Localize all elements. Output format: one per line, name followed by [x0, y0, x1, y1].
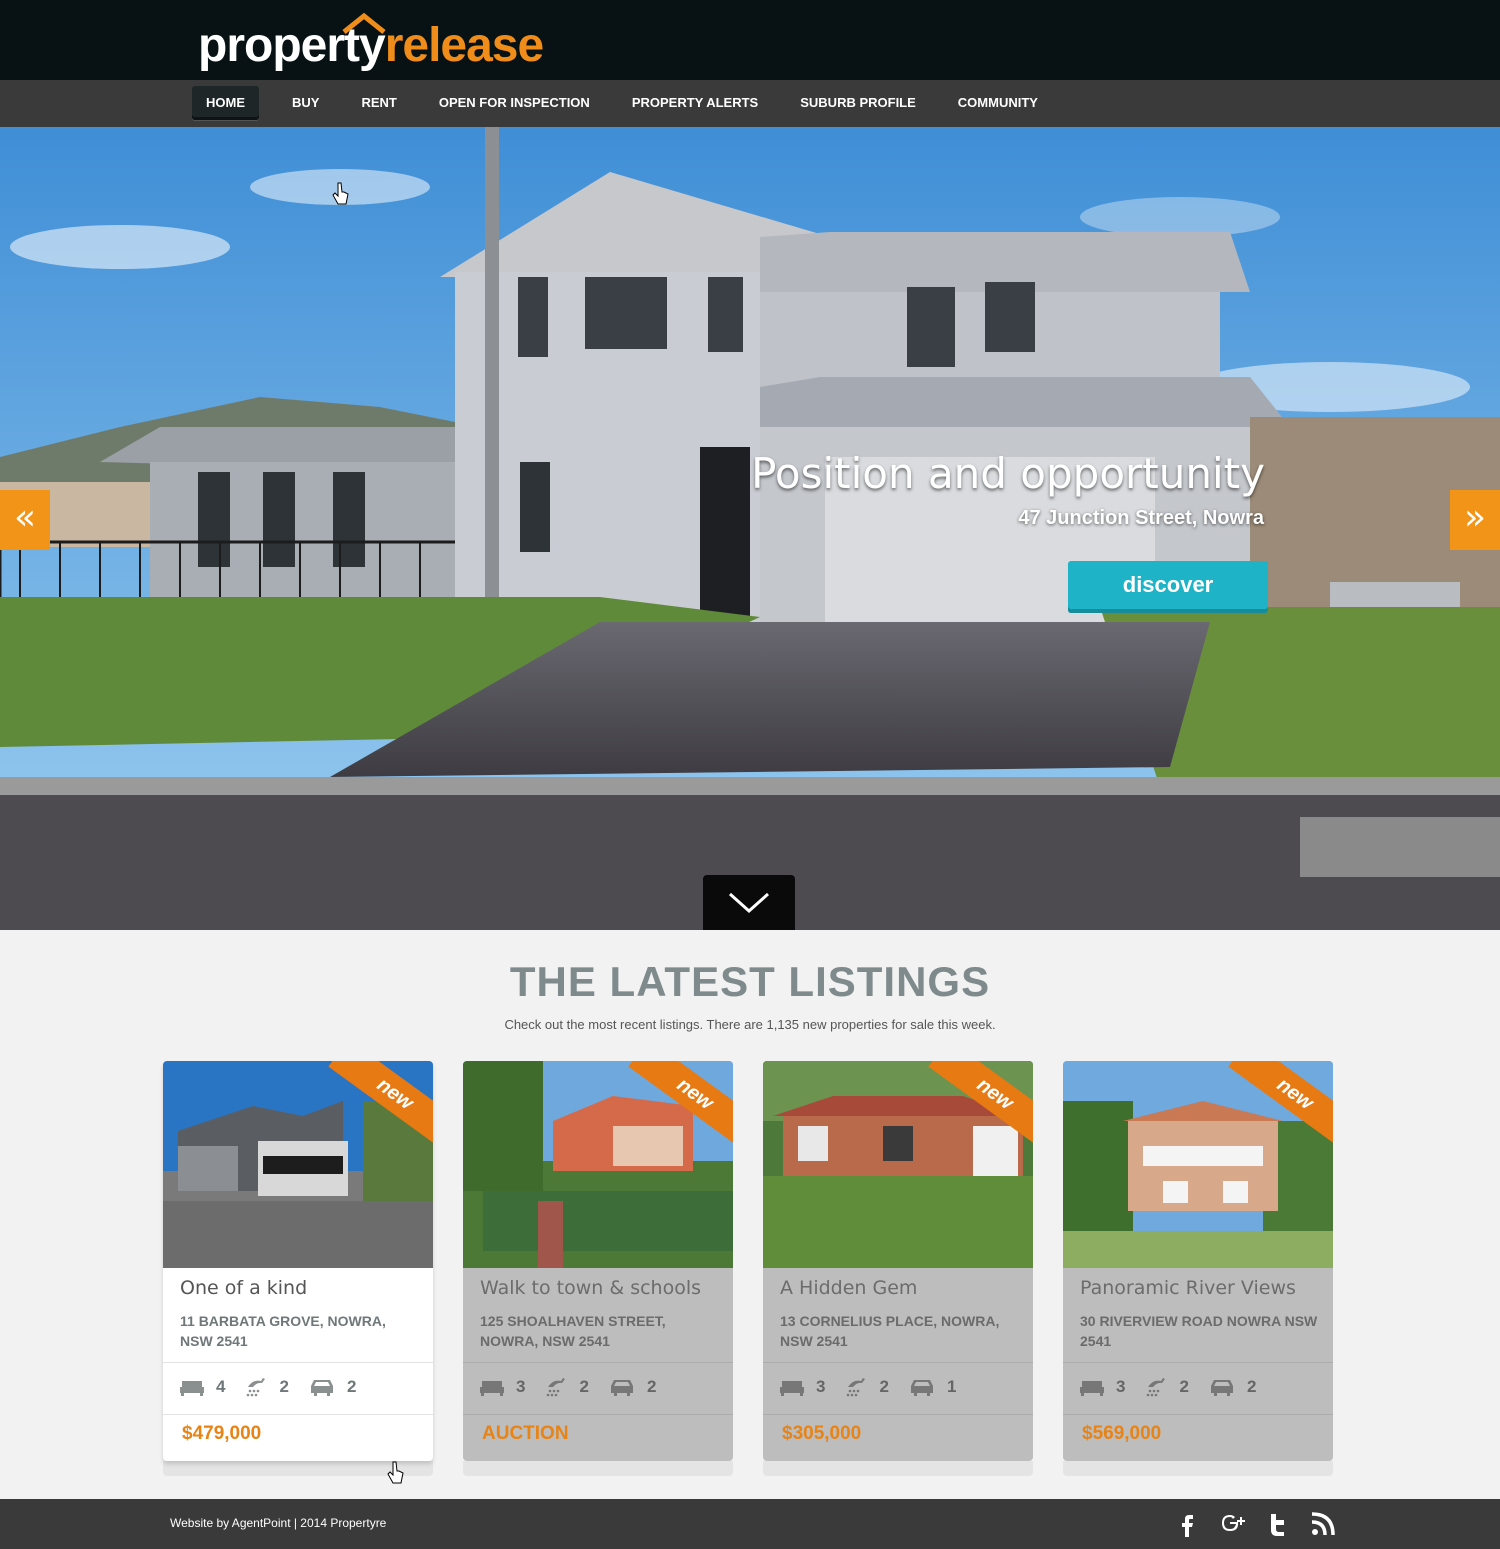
car-icon — [610, 1380, 633, 1396]
hero-address: 47 Junction Street, Nowra — [1018, 507, 1264, 529]
shower-icon — [247, 1378, 266, 1397]
car-icon — [1210, 1380, 1233, 1396]
mouse-pointer-icon — [387, 1461, 404, 1484]
listing-features: 3 2 1 — [780, 1377, 976, 1397]
listing-features: 3 2 2 — [480, 1377, 676, 1397]
beds-count: 3 — [1116, 1377, 1126, 1396]
beds-count: 3 — [516, 1377, 526, 1396]
divider — [1063, 1414, 1333, 1415]
baths-count: 2 — [579, 1377, 589, 1396]
nav-home[interactable]: HOME — [192, 86, 259, 120]
listing-features: 3 2 2 — [1080, 1377, 1276, 1397]
bed-icon — [180, 1381, 204, 1396]
listing-title: A Hidden Gem — [780, 1277, 918, 1299]
divider — [763, 1362, 1033, 1363]
chevron-down-icon — [728, 892, 770, 914]
bed-icon — [480, 1381, 504, 1396]
listing-price: $569,000 — [1082, 1423, 1162, 1444]
listing-title: One of a kind — [180, 1277, 308, 1299]
listing-address: 11 BARBATA GROVE, NOWRA, NSW 2541 — [180, 1313, 386, 1349]
baths-count: 2 — [879, 1377, 889, 1396]
baths-count: 2 — [1179, 1377, 1189, 1396]
divider — [163, 1414, 433, 1415]
cars-count: 2 — [346, 1377, 357, 1396]
listing-title: Panoramic River Views — [1080, 1277, 1296, 1299]
listing-price: $479,000 — [182, 1423, 262, 1444]
listing-price: AUCTION — [482, 1423, 569, 1444]
shower-icon — [847, 1378, 866, 1397]
house-roof-icon — [342, 12, 386, 34]
bed-icon — [1080, 1381, 1104, 1396]
listing-address: 13 CORNELIUS PLACE, NOWRA, NSW 2541 — [780, 1313, 1000, 1349]
divider — [163, 1362, 433, 1363]
site-footer: Website by AgentPoint | 2014 Propertyre — [0, 1499, 1500, 1549]
car-icon — [910, 1380, 933, 1396]
car-icon — [310, 1380, 333, 1396]
beds-count: 4 — [216, 1377, 226, 1396]
double-chevron-left-icon: « — [13, 497, 37, 538]
cars-count: 1 — [946, 1377, 957, 1396]
listing-card[interactable]: new One of a kind 11 BARBATA GROVE, NOWR… — [163, 1061, 433, 1461]
divider — [1063, 1362, 1333, 1363]
bed-icon — [780, 1381, 804, 1396]
discover-button[interactable]: discover — [1068, 561, 1268, 613]
hero-slider: Position and opportunity 47 Junction Str… — [0, 127, 1500, 930]
hero-house-image — [0, 127, 1500, 930]
scroll-down-button[interactable] — [703, 875, 795, 930]
slider-next-button[interactable]: » — [1450, 490, 1500, 550]
google-plus-icon[interactable] — [1220, 1511, 1246, 1537]
divider — [463, 1414, 733, 1415]
shower-icon — [1147, 1378, 1166, 1397]
divider — [763, 1414, 1033, 1415]
cars-count: 2 — [1246, 1377, 1257, 1396]
site-header: property release — [0, 0, 1500, 80]
listing-features: 4 2 2 — [180, 1377, 376, 1397]
nav-community[interactable]: COMMUNITY — [937, 86, 1059, 120]
logo-text-release: release — [384, 19, 544, 72]
divider — [463, 1362, 733, 1363]
hero-title: Position and opportunity — [751, 449, 1265, 498]
listings-subheading: Check out the most recent listings. Ther… — [504, 1017, 996, 1032]
listing-card[interactable]: new Panoramic River Views 30 RIVERVIEW R… — [1063, 1061, 1333, 1461]
listing-address: 30 RIVERVIEW ROAD NOWRA NSW 2541 — [1080, 1313, 1318, 1349]
double-chevron-right-icon: » — [1463, 497, 1487, 538]
facebook-icon[interactable] — [1174, 1511, 1200, 1537]
nav-property-alerts[interactable]: PROPERTY ALERTS — [611, 86, 779, 120]
nav-rent[interactable]: RENT — [340, 86, 417, 120]
card-shadow — [763, 1461, 1033, 1476]
listings-heading: THE LATEST LISTINGS — [509, 958, 991, 1005]
nav-buy[interactable]: BUY — [271, 86, 340, 120]
baths-count: 2 — [279, 1377, 289, 1396]
nav-open-for-inspection[interactable]: OPEN FOR INSPECTION — [418, 86, 611, 120]
listing-card[interactable]: new Walk to town & schools 125 SHOALHAVE… — [463, 1061, 733, 1461]
cars-count: 2 — [646, 1377, 657, 1396]
rss-icon[interactable] — [1310, 1511, 1336, 1537]
card-shadow — [463, 1461, 733, 1476]
twitter-icon[interactable] — [1265, 1511, 1291, 1537]
card-shadow — [1063, 1461, 1333, 1476]
footer-credits: Website by AgentPoint | 2014 Propertyre — [170, 1516, 387, 1530]
listing-price: $305,000 — [782, 1423, 862, 1444]
listing-card[interactable]: new A Hidden Gem 13 CORNELIUS PLACE, NOW… — [763, 1061, 1033, 1461]
beds-count: 3 — [816, 1377, 826, 1396]
site-logo[interactable]: property release — [198, 10, 544, 72]
listing-title: Walk to town & schools — [480, 1277, 702, 1299]
nav-suburb-profile[interactable]: SUBURB PROFILE — [779, 86, 937, 120]
main-nav: HOME BUY RENT OPEN FOR INSPECTION PROPER… — [0, 80, 1500, 127]
mouse-pointer-icon — [332, 182, 349, 205]
shower-icon — [547, 1378, 566, 1397]
listing-address: 125 SHOALHAVEN STREET, NOWRA, NSW 2541 — [480, 1313, 666, 1349]
slider-prev-button[interactable]: « — [0, 490, 50, 550]
